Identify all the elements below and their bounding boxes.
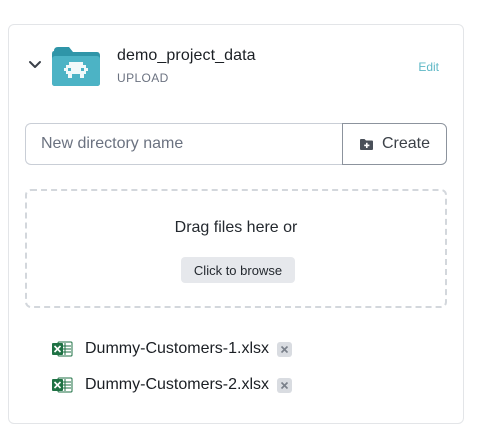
create-button-label: Create [381, 135, 431, 152]
folder-icon [52, 47, 100, 86]
list-item: Dummy-Customers-1.xlsx [51, 331, 293, 367]
close-icon [280, 381, 289, 389]
remove-file-button[interactable] [277, 377, 293, 393]
excel-file-icon [52, 341, 73, 357]
file-dropzone[interactable]: Drag files here or Click to browse [25, 189, 447, 308]
excel-file-icon [52, 377, 73, 393]
project-name: demo_project_data [117, 47, 256, 64]
file-name: Dummy-Customers-1.xlsx [85, 340, 270, 357]
file-list: Dummy-Customers-1.xlsx Dummy-Customers-2… [51, 331, 293, 403]
new-directory-input[interactable] [25, 123, 342, 165]
edit-link[interactable]: Edit [418, 60, 439, 74]
dropzone-text: Drag files here or [174, 219, 298, 236]
browse-button[interactable]: Click to browse [181, 257, 295, 283]
new-directory-form: Create [25, 123, 447, 165]
file-name: Dummy-Customers-2.xlsx [85, 376, 270, 393]
chevron-down-icon[interactable] [27, 59, 43, 71]
remove-file-button[interactable] [277, 341, 293, 357]
close-icon [280, 345, 289, 353]
project-type-label: UPLOAD [117, 71, 169, 85]
project-header: demo_project_data UPLOAD Edit [9, 25, 463, 109]
folder-plus-icon [359, 138, 373, 150]
create-directory-button[interactable]: Create [342, 123, 447, 165]
list-item: Dummy-Customers-2.xlsx [51, 367, 293, 403]
project-panel: demo_project_data UPLOAD Edit Create Dra… [8, 24, 464, 424]
